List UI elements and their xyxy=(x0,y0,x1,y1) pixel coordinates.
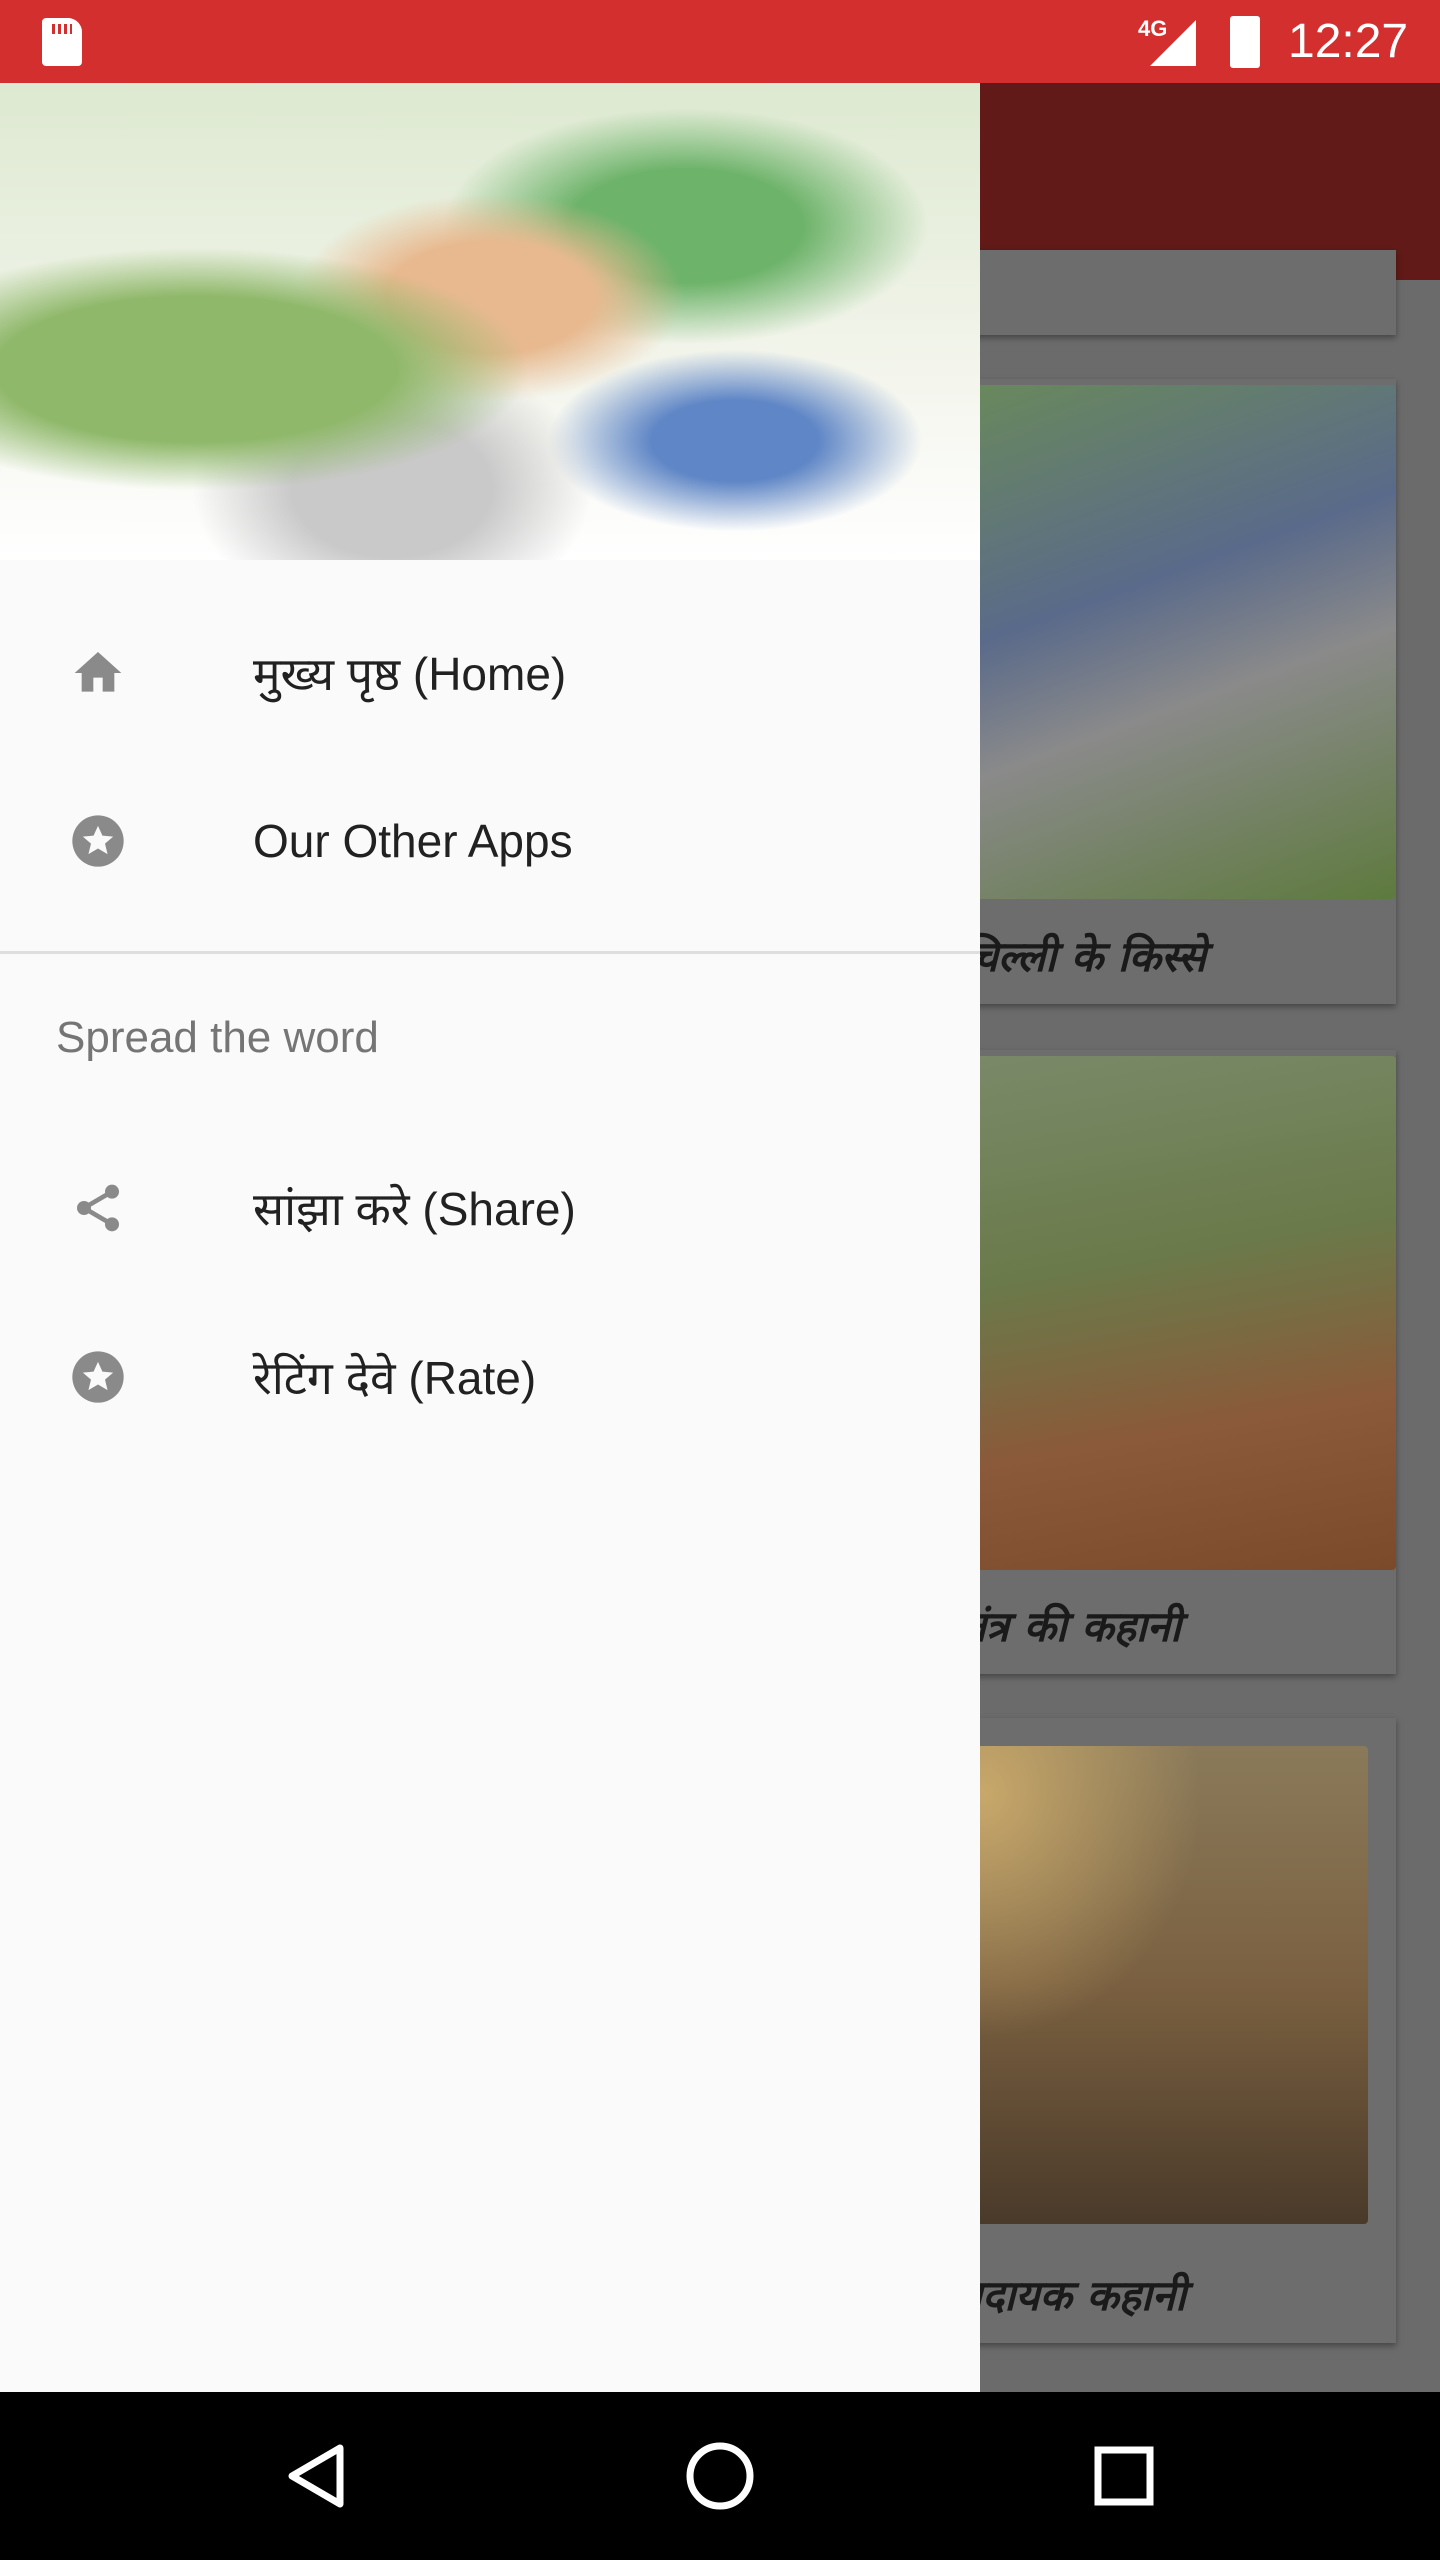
network-type: 4G xyxy=(1138,16,1168,41)
recents-icon[interactable] xyxy=(1084,2436,1164,2516)
card-title: चिल्ली के किस्से xyxy=(960,932,1206,981)
drawer-item-home[interactable]: मुख्य पृष्ठ (Home) xyxy=(0,598,980,748)
divider xyxy=(0,951,980,954)
section-title: Spread the word xyxy=(56,1013,379,1062)
drawer-item-rate[interactable]: रेटिंग देवे (Rate) xyxy=(0,1302,980,1452)
drawer-item-label: मुख्य पृष्ठ (Home) xyxy=(253,648,567,700)
card-title: तंत्र की कहानी xyxy=(961,1602,1181,1651)
card-title: ादायक कहानी xyxy=(946,2271,1186,2320)
home-circle-icon[interactable] xyxy=(680,2436,760,2516)
status-bar: 4G 12:27 xyxy=(0,0,1440,83)
navigation-bar xyxy=(0,2392,1440,2560)
drawer-item-label: सांझा करे (Share) xyxy=(253,1183,576,1235)
drawer-item-share[interactable]: सांझा करे (Share) xyxy=(0,1133,980,1283)
card-image xyxy=(940,1056,1396,1570)
clock: 12:27 xyxy=(1288,15,1409,68)
share-icon xyxy=(77,1184,119,1232)
card-partial[interactable] xyxy=(940,250,1396,335)
story-card[interactable]: तंत्र की कहानी xyxy=(940,1050,1396,1674)
navigation-drawer: मुख्य पृष्ठ (Home) Our Other Apps Spread… xyxy=(0,83,980,2392)
story-card[interactable]: चिल्ली के किस्से xyxy=(940,379,1396,1004)
sd-card-icon xyxy=(42,18,82,66)
back-icon[interactable] xyxy=(276,2436,356,2516)
drawer-header-image xyxy=(0,83,980,560)
drawer-item-label: Our Other Apps xyxy=(253,815,573,867)
star-circle-icon xyxy=(72,815,124,867)
star-circle-icon xyxy=(72,1351,124,1403)
drawer-item-other-apps[interactable]: Our Other Apps xyxy=(0,766,980,916)
home-icon xyxy=(74,652,122,692)
drawer-item-label: रेटिंग देवे (Rate) xyxy=(253,1352,537,1404)
card-image xyxy=(940,385,1396,899)
story-card[interactable]: ादायक कहानी xyxy=(940,1718,1396,2343)
battery-icon xyxy=(1230,16,1260,68)
card-image xyxy=(940,1746,1368,2224)
